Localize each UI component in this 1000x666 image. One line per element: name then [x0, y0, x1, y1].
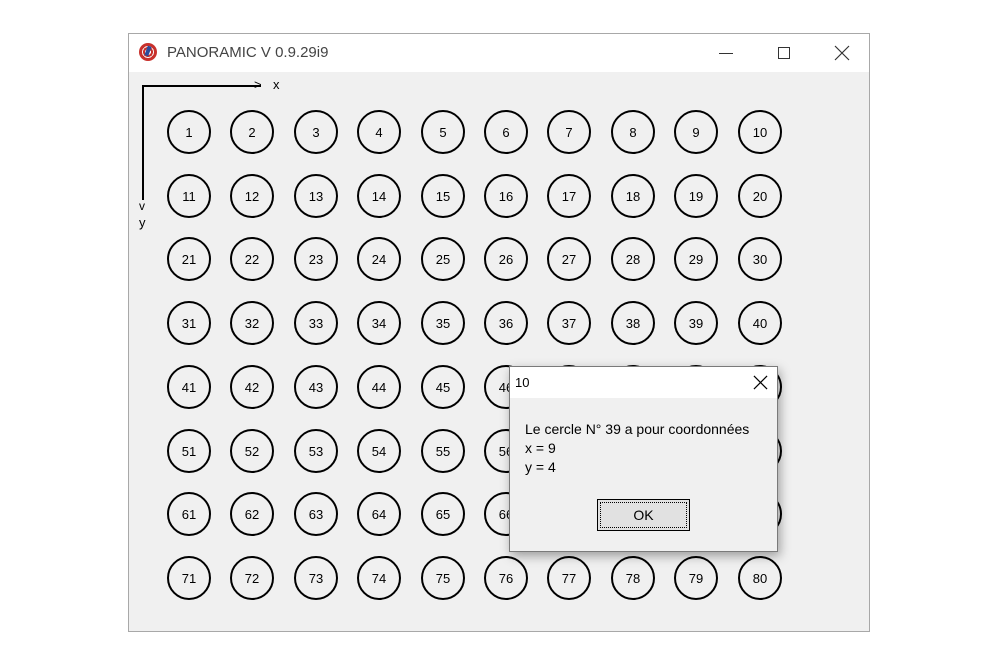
- grid-circle[interactable]: 26: [484, 237, 528, 281]
- grid-circle[interactable]: 35: [421, 301, 465, 345]
- grid-circle[interactable]: 54: [357, 429, 401, 473]
- grid-circle[interactable]: 71: [167, 556, 211, 600]
- grid-circle[interactable]: 1: [167, 110, 211, 154]
- grid-circle[interactable]: 23: [294, 237, 338, 281]
- grid-circle[interactable]: 13: [294, 174, 338, 218]
- grid-circle[interactable]: 7: [547, 110, 591, 154]
- grid-circle[interactable]: 36: [484, 301, 528, 345]
- grid-circle[interactable]: 6: [484, 110, 528, 154]
- grid-circle[interactable]: 64: [357, 492, 401, 536]
- grid-circle[interactable]: 16: [484, 174, 528, 218]
- grid-circle[interactable]: 31: [167, 301, 211, 345]
- grid-circle[interactable]: 75: [421, 556, 465, 600]
- grid-circle[interactable]: 19: [674, 174, 718, 218]
- grid-circle[interactable]: 15: [421, 174, 465, 218]
- grid-circle[interactable]: 29: [674, 237, 718, 281]
- grid-circle[interactable]: 77: [547, 556, 591, 600]
- grid-circle[interactable]: 8: [611, 110, 655, 154]
- dialog-message-line: Le cercle N° 39 a pour coordonnées: [525, 421, 750, 437]
- grid-circle[interactable]: 43: [294, 365, 338, 409]
- grid-circle[interactable]: 76: [484, 556, 528, 600]
- grid-circle[interactable]: 80: [738, 556, 782, 600]
- app-icon[interactable]: [139, 43, 157, 61]
- grid-circle[interactable]: 21: [167, 237, 211, 281]
- dialog-message: Le cercle N° 39 a pour coordonnées x = 9…: [525, 420, 749, 477]
- grid-circle[interactable]: 78: [611, 556, 655, 600]
- grid-circle[interactable]: 73: [294, 556, 338, 600]
- close-icon: [753, 375, 768, 390]
- grid-circle[interactable]: 28: [611, 237, 655, 281]
- minimize-icon: [719, 52, 733, 54]
- grid-circle[interactable]: 27: [547, 237, 591, 281]
- title-bar[interactable]: PANORAMIC V 0.9.29i9: [129, 34, 869, 72]
- close-icon: [834, 45, 850, 61]
- grid-circle[interactable]: 45: [421, 365, 465, 409]
- grid-circle[interactable]: 63: [294, 492, 338, 536]
- grid-circle[interactable]: 74: [357, 556, 401, 600]
- dialog-message-line: y = 4: [525, 459, 556, 475]
- dialog-title-bar[interactable]: 10: [510, 367, 777, 398]
- grid-circle[interactable]: 79: [674, 556, 718, 600]
- grid-circle[interactable]: 38: [611, 301, 655, 345]
- message-dialog: 10 Le cercle N° 39 a pour coordonnées x …: [509, 366, 778, 552]
- grid-circle[interactable]: 52: [230, 429, 274, 473]
- grid-circle[interactable]: 17: [547, 174, 591, 218]
- grid-circle[interactable]: 51: [167, 429, 211, 473]
- grid-circle[interactable]: 25: [421, 237, 465, 281]
- minimize-button[interactable]: [697, 34, 755, 72]
- grid-circle[interactable]: 20: [738, 174, 782, 218]
- grid-circle[interactable]: 9: [674, 110, 718, 154]
- ok-button-label: OK: [633, 507, 654, 523]
- grid-circle[interactable]: 18: [611, 174, 655, 218]
- grid-circle[interactable]: 32: [230, 301, 274, 345]
- grid-circle[interactable]: 33: [294, 301, 338, 345]
- grid-circle[interactable]: 11: [167, 174, 211, 218]
- grid-circle[interactable]: 44: [357, 365, 401, 409]
- grid-circle[interactable]: 62: [230, 492, 274, 536]
- grid-circle[interactable]: 65: [421, 492, 465, 536]
- grid-circle[interactable]: 34: [357, 301, 401, 345]
- grid-circle[interactable]: 55: [421, 429, 465, 473]
- grid-circle[interactable]: 10: [738, 110, 782, 154]
- maximize-button[interactable]: [755, 34, 813, 72]
- grid-circle[interactable]: 2: [230, 110, 274, 154]
- grid-circle[interactable]: 42: [230, 365, 274, 409]
- window-title: PANORAMIC V 0.9.29i9: [167, 44, 329, 61]
- grid-circle[interactable]: 12: [230, 174, 274, 218]
- grid-circle[interactable]: 24: [357, 237, 401, 281]
- maximize-icon: [778, 47, 790, 59]
- dialog-close-button[interactable]: [744, 367, 777, 398]
- grid-circle[interactable]: 40: [738, 301, 782, 345]
- dialog-title: 10: [515, 375, 530, 390]
- grid-circle[interactable]: 39: [674, 301, 718, 345]
- grid-circle[interactable]: 22: [230, 237, 274, 281]
- grid-circle[interactable]: 30: [738, 237, 782, 281]
- close-button[interactable]: [813, 34, 871, 72]
- grid-circle[interactable]: 5: [421, 110, 465, 154]
- dialog-message-line: x = 9: [525, 440, 556, 456]
- ok-button[interactable]: OK: [597, 499, 690, 531]
- grid-circle[interactable]: 14: [357, 174, 401, 218]
- grid-circle[interactable]: 53: [294, 429, 338, 473]
- grid-circle[interactable]: 3: [294, 110, 338, 154]
- grid-circle[interactable]: 72: [230, 556, 274, 600]
- grid-circle[interactable]: 4: [357, 110, 401, 154]
- grid-circle[interactable]: 37: [547, 301, 591, 345]
- grid-circle[interactable]: 61: [167, 492, 211, 536]
- grid-circle[interactable]: 41: [167, 365, 211, 409]
